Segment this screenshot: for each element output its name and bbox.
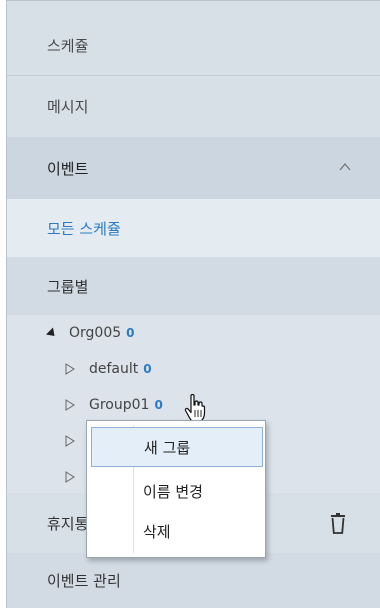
menu-item-schedule[interactable]: 스케쥴 [7,15,380,75]
menu-item-event-management[interactable]: 이벤트 관리 [7,553,380,608]
count-badge: 0 [143,362,152,376]
context-menu: 새 그룹 이름 변경 삭제 [86,420,266,558]
chevron-up-icon[interactable] [339,161,351,173]
context-menu-item-label: 이름 변경 [143,482,203,501]
menu-item-label: 이벤트 [47,159,89,178]
menu-item-label: 메시지 [47,97,89,116]
context-menu-item-label: 새 그룹 [144,438,191,457]
tree-node-label: Group01 [89,397,150,413]
collapsed-triangle-icon[interactable] [65,363,75,375]
submenu-item-label: 모든 스케쥴 [47,219,121,238]
menu-item-label: 스케쥴 [47,36,89,55]
submenu-item-by-group[interactable]: 그룹별 [7,257,380,315]
trash-icon[interactable] [329,513,347,535]
collapsed-triangle-icon[interactable] [65,435,75,447]
tree-node-org[interactable]: Org005 0 [45,323,135,343]
tree-node-label: Org005 [69,325,122,341]
menu-item-label: 이벤트 관리 [47,572,121,590]
menu-item-message[interactable]: 메시지 [7,75,380,137]
tree-node-group[interactable]: default 0 [65,359,152,379]
tree-node-group[interactable]: Group01 0 [65,395,163,415]
menu-item-label: 휴지통 [47,514,89,533]
expanded-triangle-icon[interactable] [45,326,59,340]
count-badge: 0 [126,326,135,340]
collapsed-triangle-icon[interactable] [65,471,75,483]
collapsed-triangle-icon[interactable] [65,399,75,411]
submenu-item-all-schedules[interactable]: 모든 스케쥴 [7,199,380,257]
count-badge: 0 [154,398,163,412]
menu-item-event[interactable]: 이벤트 [7,137,380,199]
tree-node-label: default [89,361,139,377]
context-menu-item-label: 삭제 [143,522,171,541]
context-menu-item-new-group[interactable]: 새 그룹 [91,427,263,467]
context-menu-item-delete[interactable]: 삭제 [91,511,263,551]
context-menu-item-rename[interactable]: 이름 변경 [91,471,263,511]
submenu-item-label: 그룹별 [47,277,89,296]
